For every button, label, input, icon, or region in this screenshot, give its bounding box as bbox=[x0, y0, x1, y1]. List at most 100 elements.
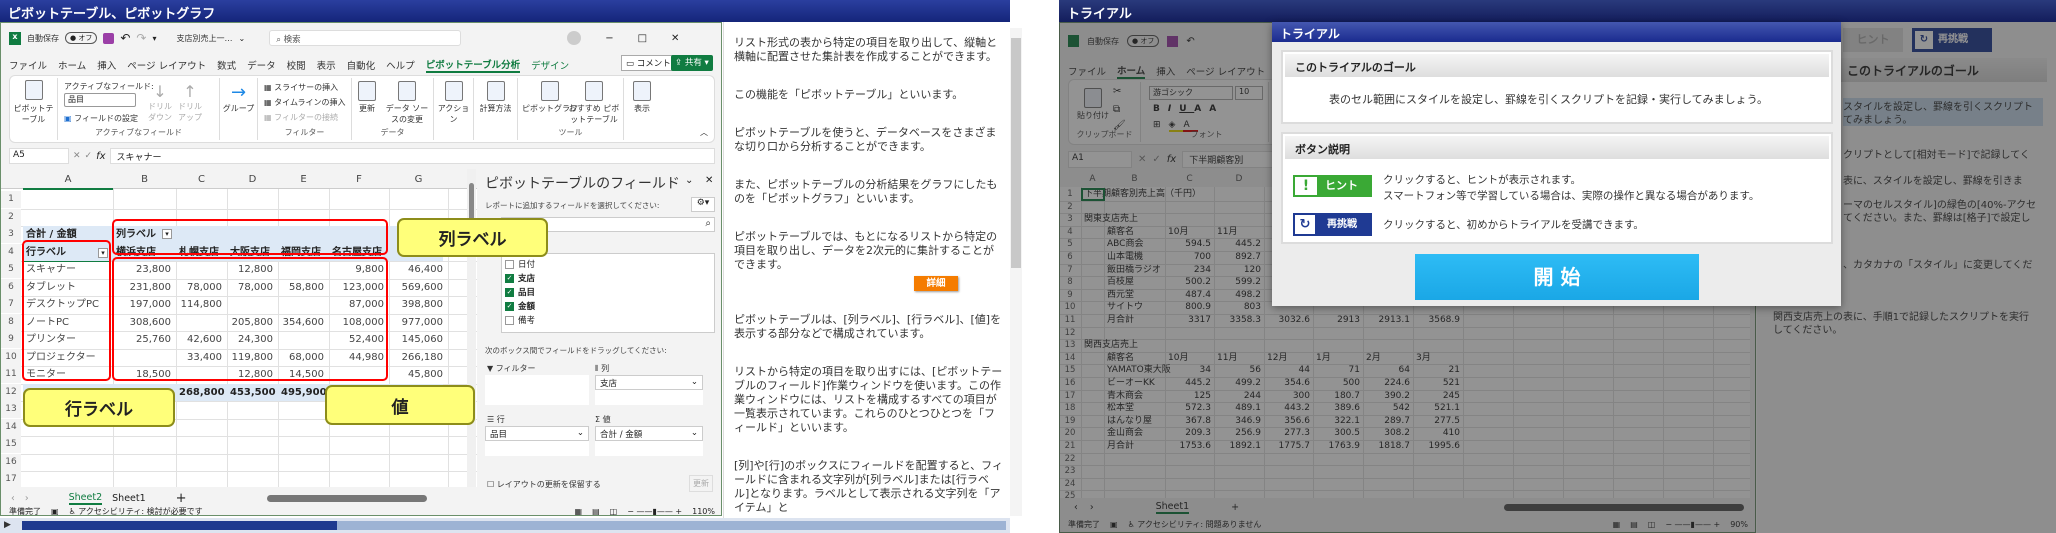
tab-0[interactable]: ファイル bbox=[9, 58, 47, 72]
checkbox-checked-icon[interactable]: ✓ bbox=[505, 274, 514, 283]
insert-slicer-button[interactable]: ▦ スライサーの挿入 bbox=[264, 82, 338, 93]
value-cell[interactable]: 569,600 bbox=[389, 279, 446, 296]
value-cell[interactable]: 977,000 bbox=[389, 314, 446, 331]
calculations-button[interactable]: 計算方法 bbox=[474, 81, 517, 114]
field-checkbox-3[interactable]: ✓ 金額 bbox=[505, 300, 711, 314]
insert-timeline-button[interactable]: ▦ タイムラインの挿入 bbox=[264, 97, 346, 108]
drill-down-button[interactable]: ↓ ドリル ダウン bbox=[146, 82, 174, 123]
autosave-toggle[interactable]: ● オフ bbox=[65, 32, 98, 44]
sheet-tab-sheet1[interactable]: Sheet1 bbox=[112, 493, 146, 504]
retry-button[interactable]: ↻ 再挑戦 bbox=[1293, 213, 1372, 236]
columns-field-item[interactable]: 支店 ⌄ bbox=[595, 375, 703, 390]
progress-track[interactable] bbox=[22, 521, 1006, 530]
value-cell[interactable]: 45,800 bbox=[389, 366, 446, 383]
tab-3[interactable]: ページ レイアウト bbox=[127, 58, 206, 72]
row-header[interactable]: 8 bbox=[1, 313, 21, 331]
group-button[interactable]: → グループ bbox=[220, 82, 257, 114]
explanation-scrollbar[interactable] bbox=[1010, 28, 1022, 516]
column-header[interactable]: F bbox=[329, 171, 389, 188]
redo-icon[interactable]: ↷ bbox=[136, 31, 146, 45]
column-header[interactable]: D bbox=[227, 171, 278, 188]
values-area[interactable]: 合計 / 金額 ⌄ bbox=[595, 426, 703, 456]
rows-area[interactable]: 品目 ⌄ bbox=[485, 426, 589, 456]
filter-connections-button[interactable]: ▦ フィルターの接続 bbox=[264, 112, 338, 123]
add-sheet-icon[interactable]: + bbox=[176, 491, 187, 506]
pivot-table-button[interactable]: ピボットテーブル bbox=[10, 80, 57, 125]
maximize-icon[interactable]: □ bbox=[638, 33, 647, 44]
values-field-item[interactable]: 合計 / 金額 ⌄ bbox=[595, 426, 703, 441]
vertical-scrollbar[interactable] bbox=[467, 169, 476, 487]
field-checkbox-4[interactable]: 備考 bbox=[505, 314, 711, 328]
checkbox-checked-icon[interactable]: ✓ bbox=[505, 288, 514, 297]
row-header[interactable]: 17 bbox=[1, 471, 21, 487]
field-checkbox-0[interactable]: 日付 bbox=[505, 258, 711, 272]
normal-view-icon[interactable]: ▦ bbox=[575, 507, 583, 516]
tab-6[interactable]: 校閲 bbox=[287, 58, 306, 72]
insert-function-button[interactable]: fx bbox=[96, 151, 105, 162]
pane-close-icon[interactable]: ✕ bbox=[705, 175, 713, 186]
defer-update-checkbox[interactable]: ☐ レイアウトの更新を保留する bbox=[487, 479, 601, 490]
search-box[interactable]: ⌕ 検索 bbox=[269, 30, 462, 46]
tab-8[interactable]: 自動化 bbox=[347, 58, 376, 72]
tab-9[interactable]: ヘルプ bbox=[386, 58, 415, 72]
row-header[interactable]: 7 bbox=[1, 296, 21, 313]
row-header[interactable]: 13 bbox=[1, 401, 21, 418]
column-header[interactable]: A bbox=[23, 171, 113, 190]
change-data-source-button[interactable]: データ ソースの変更 bbox=[384, 81, 430, 125]
start-button[interactable]: 開 始 bbox=[1415, 254, 1699, 300]
next-sheet-icon[interactable]: › bbox=[25, 493, 29, 504]
customize-qat-icon[interactable]: ▾ bbox=[152, 34, 156, 43]
gear-icon[interactable]: ⚙▾ bbox=[691, 197, 715, 212]
avatar[interactable] bbox=[567, 31, 582, 45]
comment-button[interactable]: ▭ コメント bbox=[621, 55, 676, 71]
collapse-ribbon-icon[interactable]: ︿ bbox=[700, 127, 708, 138]
zoom-slider[interactable]: − ——▮—— + bbox=[627, 507, 682, 516]
pane-options-icon[interactable]: ⌄ bbox=[685, 175, 693, 186]
field-settings-button[interactable]: ▣ フィールドの設定 bbox=[64, 113, 138, 124]
page-break-view-icon[interactable]: ◫ bbox=[610, 507, 618, 516]
chevron-down-icon[interactable]: ⌄ bbox=[238, 34, 245, 43]
refresh-button[interactable]: 更新 bbox=[358, 81, 376, 114]
minimize-icon[interactable]: − bbox=[605, 33, 613, 44]
value-cell[interactable]: 145,060 bbox=[389, 331, 446, 348]
row-header[interactable]: 2 bbox=[1, 208, 21, 226]
row-header[interactable]: 10 bbox=[1, 348, 21, 366]
tab-2[interactable]: 挿入 bbox=[97, 58, 116, 72]
active-field-input[interactable]: 品目 bbox=[64, 93, 136, 107]
row-header[interactable]: 3 bbox=[1, 226, 21, 243]
drill-up-button[interactable]: ↑ ドリル アップ bbox=[176, 82, 204, 123]
value-cell[interactable]: 46,400 bbox=[389, 261, 446, 278]
actions-button[interactable]: アクション bbox=[434, 81, 473, 125]
name-box[interactable]: A5 bbox=[9, 148, 69, 164]
column-header[interactable]: B bbox=[113, 171, 176, 188]
row-header[interactable]: 1 bbox=[1, 191, 21, 208]
cancel-icon[interactable]: ✕ bbox=[73, 151, 81, 161]
prev-sheet-icon[interactable]: ‹ bbox=[11, 493, 15, 504]
row-header[interactable]: 6 bbox=[1, 278, 21, 296]
tab-10[interactable]: ピボットテーブル分析 bbox=[425, 57, 521, 73]
column-header[interactable]: E bbox=[278, 171, 329, 188]
sheet-tab-sheet2[interactable]: Sheet2 bbox=[68, 492, 103, 505]
tab-5[interactable]: データ bbox=[247, 58, 276, 72]
undo-icon[interactable]: ↶ bbox=[120, 31, 130, 45]
show-button[interactable]: 表示 bbox=[624, 81, 660, 114]
hint-button[interactable]: ! ヒント bbox=[1293, 175, 1372, 197]
columns-area[interactable]: 支店 ⌄ bbox=[595, 375, 703, 405]
checkbox-unchecked-icon[interactable] bbox=[505, 316, 514, 325]
tab-7[interactable]: 表示 bbox=[317, 58, 336, 72]
row-header[interactable]: 11 bbox=[1, 366, 21, 383]
update-button[interactable]: 更新 bbox=[689, 475, 713, 492]
filters-area[interactable] bbox=[485, 375, 589, 405]
row-header[interactable]: 9 bbox=[1, 331, 21, 348]
row-header[interactable]: 15 bbox=[1, 436, 21, 453]
accessibility-status[interactable]: ♿ アクセシビリティ: 検討が必要です bbox=[69, 506, 203, 517]
checkbox-checked-icon[interactable]: ✓ bbox=[505, 302, 514, 311]
page-layout-view-icon[interactable]: ▤ bbox=[592, 507, 600, 516]
rows-field-item[interactable]: 品目 ⌄ bbox=[485, 426, 589, 441]
value-cell[interactable]: 398,800 bbox=[389, 296, 446, 313]
share-button[interactable]: ⇪ 共有 ▾ bbox=[671, 55, 713, 71]
play-icon[interactable]: ▶ bbox=[4, 520, 11, 530]
close-icon[interactable]: ✕ bbox=[671, 33, 679, 44]
horizontal-scrollbar[interactable] bbox=[266, 494, 427, 502]
tab-1[interactable]: ホーム bbox=[58, 58, 86, 72]
